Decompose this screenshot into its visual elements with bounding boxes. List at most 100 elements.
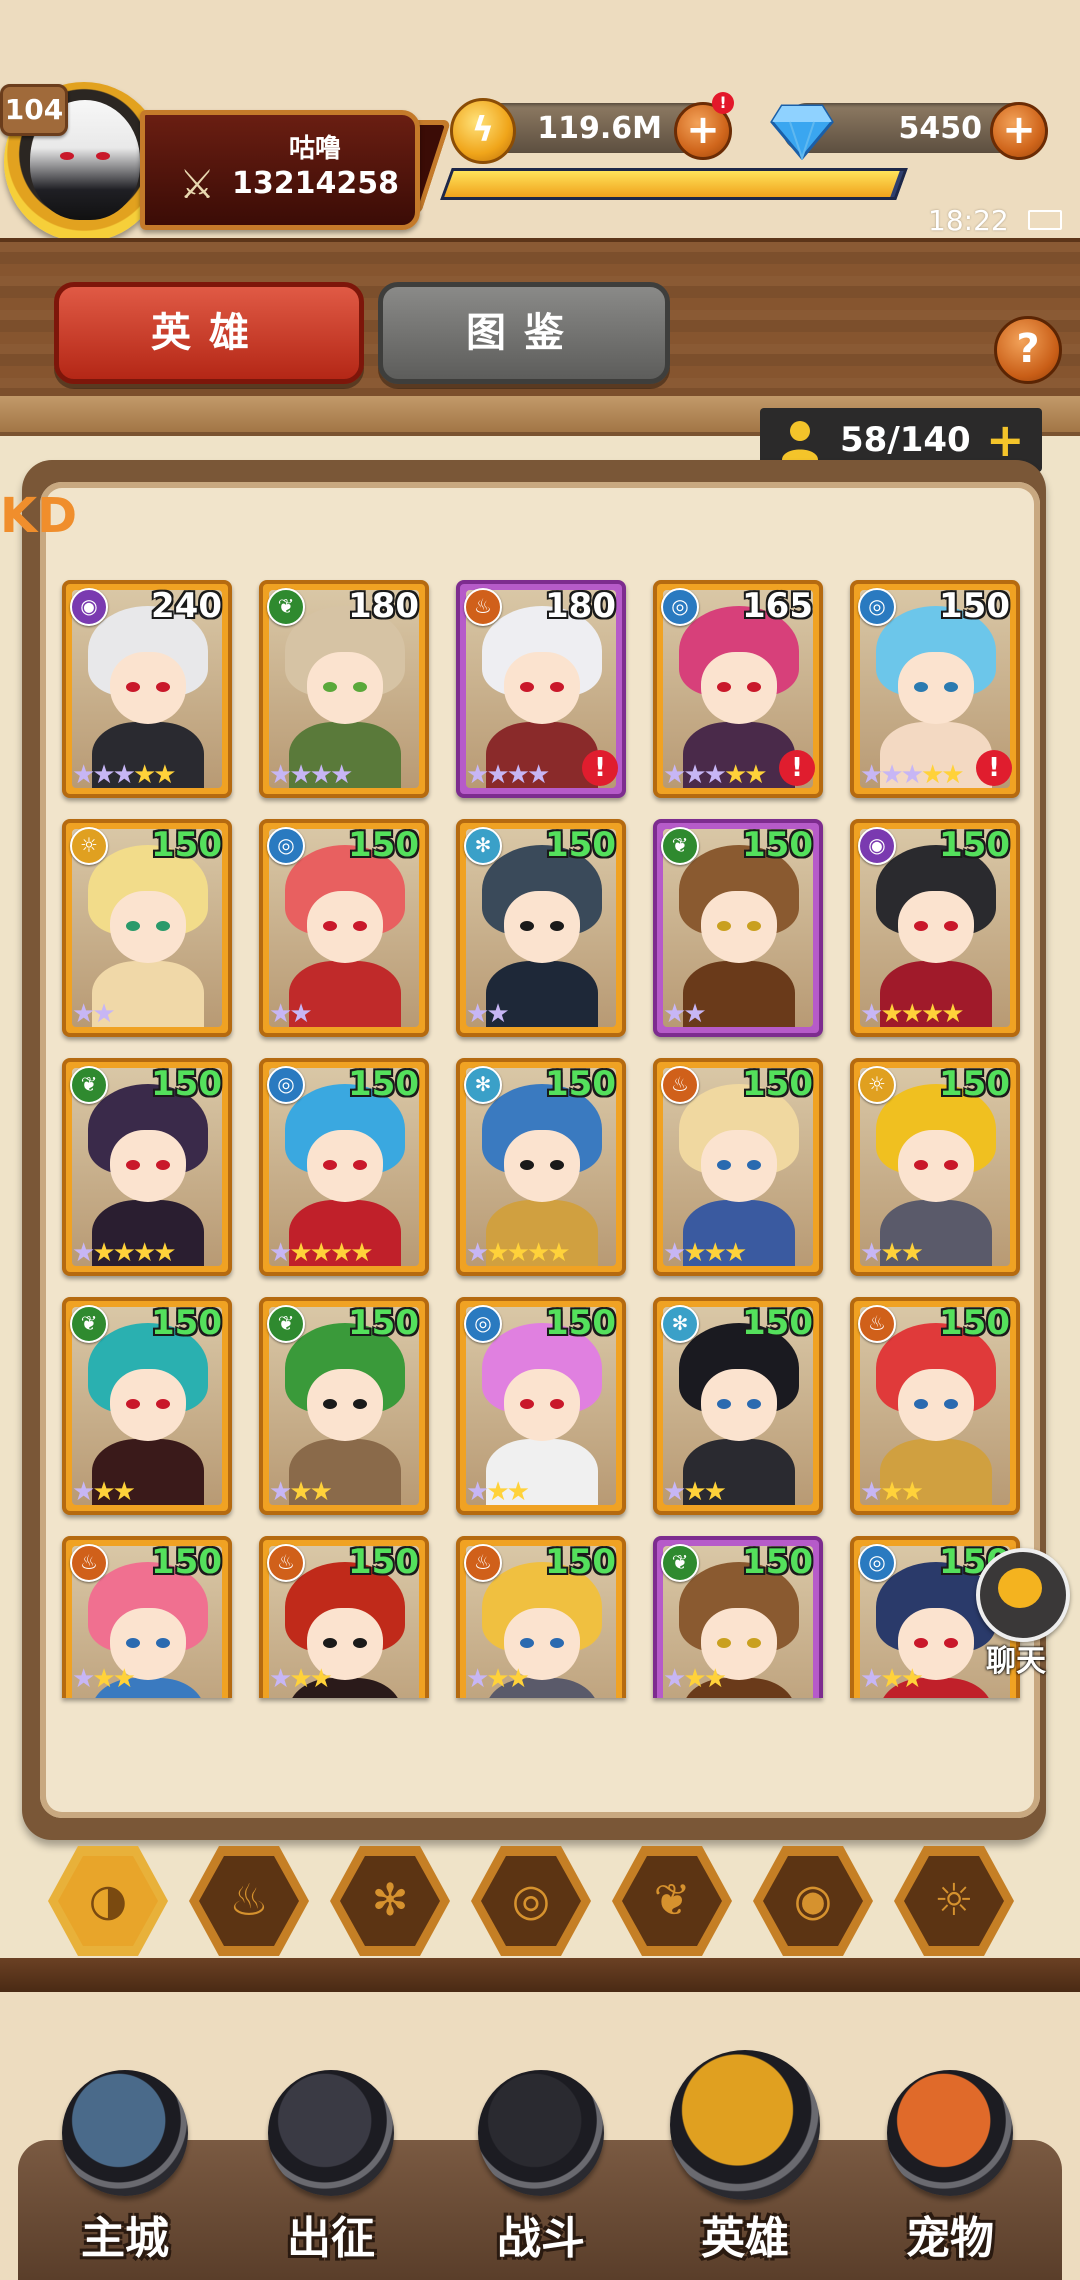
nav-label: 英雄 xyxy=(701,2213,789,2264)
hero-card[interactable]: ✻ 150 ★★★★★ xyxy=(456,1058,626,1276)
hero-level: 150 xyxy=(742,1064,813,1104)
hero-stars: ★★★ xyxy=(72,1477,136,1507)
hero-stars: ★★★ xyxy=(860,1477,924,1507)
sun-icon: ☼ xyxy=(70,827,108,865)
water-filter-icon: ◎ xyxy=(481,1856,581,1946)
hero-card[interactable]: ◎ 150 ★★ xyxy=(259,819,429,1037)
hero-stars: ★★★★★ xyxy=(860,760,965,790)
hero-card[interactable]: ☼ 150 ★★★ xyxy=(850,1058,1020,1276)
hero-stars: ★★★ xyxy=(269,1477,333,1507)
hero-stars: ★★ xyxy=(72,999,116,1029)
flame-icon: ♨ xyxy=(464,588,502,626)
leaf-icon: ❦ xyxy=(661,827,699,865)
hero-level: 150 xyxy=(939,1064,1010,1104)
nav-item-2[interactable]: 出征 xyxy=(256,2070,406,2280)
nav-item-3[interactable]: 战斗 xyxy=(466,2070,616,2280)
nav-item-4[interactable]: 英雄 xyxy=(670,2050,820,2264)
gold-notification-badge: ! xyxy=(712,92,734,114)
eye-icon: ◉ xyxy=(70,588,108,626)
leaf-icon: ❦ xyxy=(267,588,305,626)
hero-card[interactable]: ♨ 150 ★★★ xyxy=(456,1536,626,1698)
hero-card[interactable]: ☼ 150 ★★ xyxy=(62,819,232,1037)
swirl-icon: ◎ xyxy=(858,1544,896,1582)
hero-stars: ★★★★★ xyxy=(72,760,177,790)
hero-level: 150 xyxy=(742,1303,813,1343)
hero-card[interactable]: ❦ 150 ★★★ xyxy=(62,1297,232,1515)
hero-level: 150 xyxy=(545,1303,616,1343)
hero-level: 150 xyxy=(348,1064,419,1104)
dragon-pet-icon xyxy=(887,2070,1013,2196)
gem-amount: 5450 xyxy=(898,111,983,146)
hero-stars: ★★ xyxy=(269,999,313,1029)
hero-card[interactable]: ❦ 150 ★★★ xyxy=(653,1536,823,1698)
hero-level: 180 xyxy=(348,586,419,626)
filter-light[interactable]: ☼ xyxy=(894,1846,1014,1956)
hero-card[interactable]: ♨ 150 ★★★★ xyxy=(653,1058,823,1276)
filter-ice[interactable]: ✻ xyxy=(330,1846,450,1956)
hero-stars: ★★★ xyxy=(860,1664,924,1694)
add-gems-button[interactable]: + xyxy=(990,102,1048,160)
nav-item-5[interactable]: 宠物 xyxy=(875,2070,1025,2280)
hero-level: 150 xyxy=(939,825,1010,865)
hero-card[interactable]: ♨ 150 ★★★ xyxy=(850,1297,1020,1515)
hero-stars: ★★★★ xyxy=(269,760,353,790)
tab-codex[interactable]: 图鉴 xyxy=(378,282,670,384)
hero-card[interactable]: ♨ 150 ★★★ xyxy=(259,1536,429,1698)
hero-level: 165 xyxy=(742,586,813,626)
side-decoration: KD xyxy=(0,488,78,544)
upgrade-alert-badge: ! xyxy=(779,750,815,786)
filter-water[interactable]: ◎ xyxy=(471,1846,591,1956)
hero-stars: ★★★ xyxy=(466,1664,530,1694)
crystal-gate-icon xyxy=(268,2070,394,2196)
hero-card[interactable]: ◎ 150 ★★★ xyxy=(456,1297,626,1515)
help-button[interactable]: ? xyxy=(994,316,1062,384)
hero-card[interactable]: ◎ 165 ★★★★★! xyxy=(653,580,823,798)
snowflake-icon: ✻ xyxy=(464,1066,502,1104)
hero-level: 180 xyxy=(545,586,616,626)
sun-icon: ☼ xyxy=(858,1066,896,1104)
hero-level: 150 xyxy=(742,1542,813,1582)
nav-label: 宠物 xyxy=(906,2213,994,2264)
divider xyxy=(0,1958,1080,1992)
hero-card[interactable]: ♨ 180 ★★★★! xyxy=(456,580,626,798)
flame-icon: ♨ xyxy=(70,1544,108,1582)
hero-stars: ★★★★★ xyxy=(860,999,965,1029)
nav-item-1[interactable]: 主城 xyxy=(50,2070,200,2280)
castle-tower-icon xyxy=(62,2070,188,2196)
leaf-icon: ❦ xyxy=(70,1066,108,1104)
hero-card[interactable]: ❦ 150 ★★★★★ xyxy=(62,1058,232,1276)
filter-dark[interactable]: ◉ xyxy=(753,1846,873,1956)
hero-card[interactable]: ◉ 150 ★★★★★ xyxy=(850,819,1020,1037)
leaf-icon: ❦ xyxy=(267,1305,305,1343)
snowflake-icon: ✻ xyxy=(661,1305,699,1343)
hero-card[interactable]: ◎ 150 ★★★★★! xyxy=(850,580,1020,798)
filter-fire[interactable]: ♨ xyxy=(189,1846,309,1956)
hero-card[interactable]: ❦ 150 ★★ xyxy=(653,819,823,1037)
hero-card[interactable]: ❦ 180 ★★★★ xyxy=(259,580,429,798)
experience-fill xyxy=(444,171,900,197)
swirl-icon: ◎ xyxy=(858,588,896,626)
chat-label[interactable]: 聊天 xyxy=(986,1636,1046,1680)
hero-card[interactable]: ❦ 150 ★★★ xyxy=(259,1297,429,1515)
hero-level: 150 xyxy=(151,1064,222,1104)
leaf-icon: ❦ xyxy=(70,1305,108,1343)
tab-heroes[interactable]: 英雄 xyxy=(54,282,364,384)
hero-card[interactable]: ✻ 150 ★★★ xyxy=(653,1297,823,1515)
filter-nature[interactable]: ❦ xyxy=(612,1846,732,1956)
light-filter-icon: ☼ xyxy=(904,1856,1004,1946)
hero-level: 240 xyxy=(151,586,222,626)
gold-coin-icon: ϟ xyxy=(450,98,516,164)
eye-icon: ◉ xyxy=(858,827,896,865)
combat-power: 13214258 xyxy=(232,166,399,201)
filter-all[interactable]: ◑ xyxy=(48,1846,168,1956)
battery-icon xyxy=(1028,210,1062,230)
upgrade-alert-badge: ! xyxy=(976,750,1012,786)
hero-stars: ★★★ xyxy=(663,1664,727,1694)
hero-level: 150 xyxy=(348,1303,419,1343)
hero-card[interactable]: ♨ 150 ★★★ xyxy=(62,1536,232,1698)
hero-level: 150 xyxy=(939,586,1010,626)
hero-card[interactable]: ◎ 150 ★★★★★ xyxy=(259,1058,429,1276)
hero-card[interactable]: ◉ 240 ★★★★★ xyxy=(62,580,232,798)
upgrade-alert-badge: ! xyxy=(582,750,618,786)
hero-card[interactable]: ✻ 150 ★★ xyxy=(456,819,626,1037)
